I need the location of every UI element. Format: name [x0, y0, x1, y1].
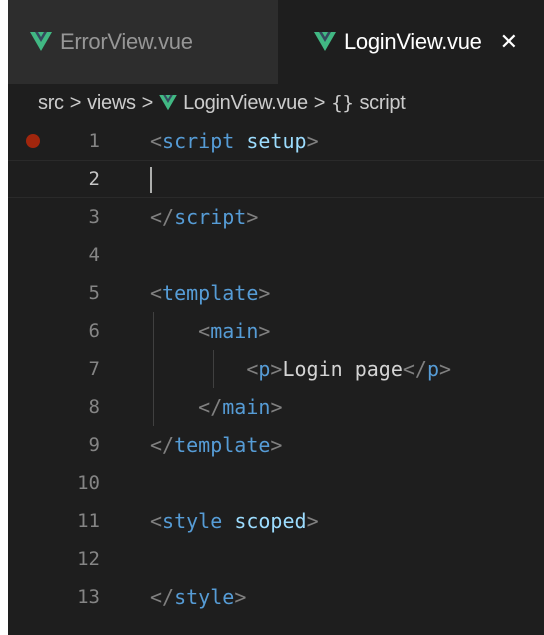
code-line: 6 <main> — [8, 312, 544, 350]
code-text: </template> — [150, 433, 283, 457]
breadcrumb-item-views[interactable]: views — [87, 92, 136, 115]
line-number: 8 — [88, 396, 100, 418]
code-line: 1 <script setup> — [8, 122, 544, 160]
close-icon[interactable]: ✕ — [500, 30, 518, 55]
vue-icon — [30, 32, 52, 51]
vue-icon — [159, 95, 177, 111]
breadcrumb: src > views > LoginView.vue > {} script — [8, 84, 544, 122]
breadcrumb-file-label: LoginView.vue — [183, 91, 308, 114]
code-line: 7 <p>Login page</p> — [8, 350, 544, 388]
code-text: <style scoped> — [150, 509, 319, 533]
breakpoint-icon[interactable] — [26, 134, 40, 148]
tab-errorview[interactable]: ErrorView.vue — [8, 0, 278, 84]
code-line: 4 — [8, 236, 544, 274]
line-number: 5 — [88, 282, 100, 304]
code-text: </script> — [150, 205, 259, 229]
chevron-right-icon: > — [69, 91, 82, 114]
code-line: 11 <style scoped> — [8, 502, 544, 540]
code-line: 10 — [8, 464, 544, 502]
code-line: 5 <template> — [8, 274, 544, 312]
text-cursor — [150, 167, 152, 193]
tab-bar: ErrorView.vue LoginView.vue ✕ — [8, 0, 544, 84]
line-number: 6 — [88, 320, 100, 342]
chevron-right-icon: > — [141, 91, 154, 114]
line-number: 9 — [88, 434, 100, 456]
braces-icon: {} — [331, 92, 354, 114]
line-number: 1 — [88, 130, 100, 152]
code-editor[interactable]: 1 <script setup> 2 3 </script> 4 5 <temp… — [8, 122, 544, 635]
code-text: </style> — [150, 585, 247, 609]
line-number: 11 — [77, 510, 100, 532]
breadcrumb-item-src[interactable]: src — [38, 92, 64, 115]
line-number: 10 — [77, 472, 100, 494]
code-line: 8 </main> — [8, 388, 544, 426]
tab-label: LoginView.vue — [344, 29, 482, 54]
code-line: 9 </template> — [8, 426, 544, 464]
chevron-right-icon: > — [313, 91, 326, 114]
line-number: 4 — [88, 244, 100, 266]
line-number: 3 — [88, 206, 100, 228]
code-line-current: 2 — [8, 160, 544, 198]
code-line: 3 </script> — [8, 198, 544, 236]
breadcrumb-item-file[interactable]: LoginView.vue — [159, 92, 308, 115]
code-text: <template> — [150, 281, 271, 305]
code-text: </main> — [198, 395, 283, 419]
tab-label: ErrorView.vue — [60, 29, 193, 54]
code-line: 13 </style> — [8, 578, 544, 616]
line-number: 2 — [88, 168, 100, 190]
code-text: <p>Login page</p> — [246, 357, 452, 381]
line-number: 7 — [88, 358, 100, 380]
code-line: 12 — [8, 540, 544, 578]
code-text: <script setup> — [150, 129, 319, 153]
editor-window: ErrorView.vue LoginView.vue ✕ src > view… — [8, 0, 544, 635]
vue-icon — [314, 32, 336, 51]
code-text: <main> — [198, 319, 271, 343]
breadcrumb-symbol-label: script — [359, 91, 406, 114]
line-number: 13 — [77, 586, 100, 608]
tab-loginview[interactable]: LoginView.vue ✕ — [278, 0, 544, 84]
breadcrumb-item-script[interactable]: {} script — [331, 91, 406, 115]
line-number: 12 — [77, 548, 100, 570]
